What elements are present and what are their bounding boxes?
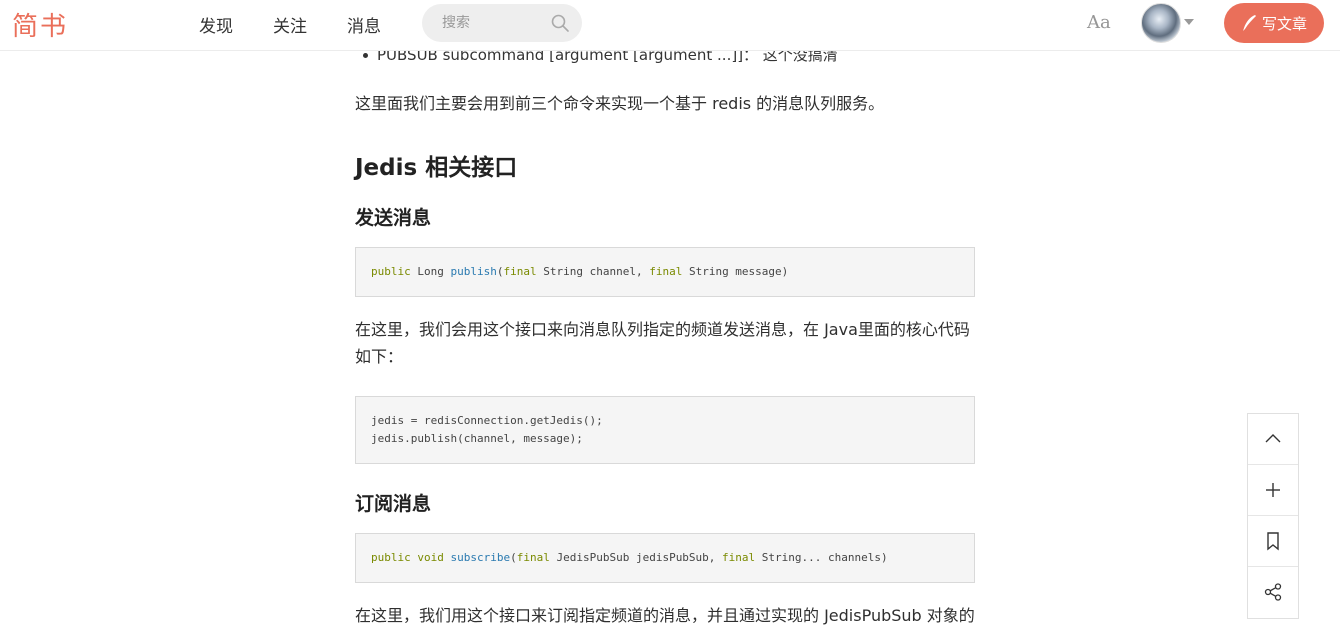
top-navbar: 简书 发现 关注 消息 Aa 写文章 (0, 0, 1340, 51)
paragraph: 这里面我们主要会用到前三个命令来实现一个基于 redis 的消息队列服务。 (355, 94, 885, 113)
code-token: JedisPubSub jedisPubSub, (549, 551, 723, 564)
code-block-publish: public Long publish(final String channel… (355, 247, 975, 297)
share-icon (1264, 583, 1282, 601)
code-token: subscribe (450, 551, 511, 564)
site-logo[interactable]: 简书 (12, 6, 68, 43)
code-token: void (417, 551, 444, 564)
code-token: final (516, 551, 550, 564)
code-token: String... channels) (755, 551, 888, 564)
pen-icon (1241, 14, 1257, 32)
search-input[interactable] (442, 13, 552, 33)
side-toolbar (1247, 413, 1299, 619)
subsection-heading-subscribe: 订阅消息 (355, 493, 432, 515)
nav-follow[interactable]: 关注 (273, 12, 307, 37)
code-token: String channel, (536, 265, 650, 278)
paragraph: 在这里，我们会用这个接口来向消息队列指定的频道发送消息，在 Java里面的核心代… (355, 320, 970, 366)
search-box (422, 4, 582, 42)
search-icon[interactable] (550, 13, 570, 33)
font-settings-button[interactable]: Aa (1087, 12, 1111, 33)
section-heading: Jedis 相关接口 (355, 155, 518, 181)
subsection-heading-send: 发送消息 (355, 207, 432, 229)
share-button[interactable] (1248, 567, 1298, 618)
avatar[interactable] (1141, 3, 1181, 43)
write-article-label: 写文章 (1262, 15, 1308, 33)
code-token: publish (450, 265, 497, 278)
bookmark-button[interactable] (1248, 516, 1298, 567)
back-to-top-button[interactable] (1248, 414, 1298, 465)
code-token: final (503, 265, 537, 278)
nav-discover[interactable]: 发现 (199, 12, 233, 37)
write-article-button[interactable]: 写文章 (1224, 3, 1324, 43)
code-line: jedis.publish(channel, message); (371, 432, 583, 445)
plus-icon (1266, 483, 1280, 497)
code-token: ( (510, 551, 517, 564)
chevron-down-icon[interactable] (1184, 19, 1194, 25)
bookmark-icon (1267, 532, 1279, 551)
paragraph: 在这里，我们用这个接口来订阅指定频道的消息，并且通过实现的 JedisPubSu… (355, 606, 975, 625)
code-token: String message) (682, 265, 789, 278)
code-token: public (371, 265, 411, 278)
code-block-subscribe: public void subscribe(final JedisPubSub … (355, 533, 975, 583)
code-token: Long (410, 265, 451, 278)
nav-messages[interactable]: 消息 (347, 12, 381, 37)
code-block-java: jedis = redisConnection.getJedis(); jedi… (355, 396, 975, 464)
code-token: public (371, 551, 411, 564)
code-token: final (722, 551, 756, 564)
chevron-up-icon (1265, 434, 1281, 443)
add-to-collection-button[interactable] (1248, 465, 1298, 516)
code-line: jedis = redisConnection.getJedis(); (371, 414, 603, 427)
code-token: final (649, 265, 683, 278)
